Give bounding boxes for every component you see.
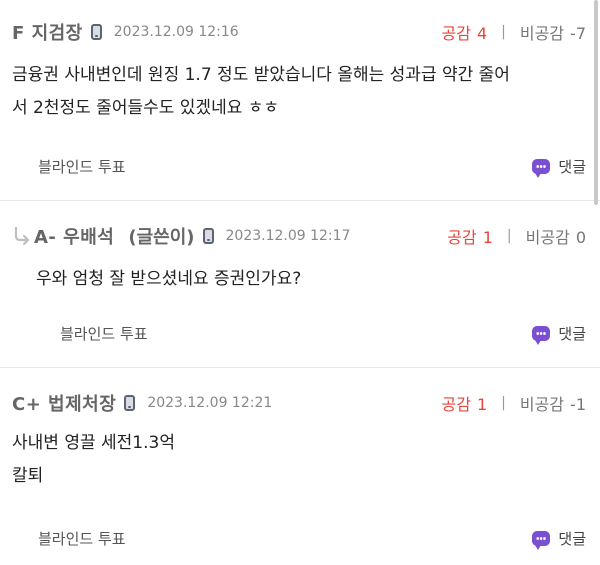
reply-button[interactable]: 댓글 (532, 323, 586, 345)
comment-footer: 블라인드 투표 댓글 (0, 154, 600, 178)
comment-footer: 블라인드 투표 댓글 (0, 321, 600, 345)
downvote-label: 비공감 (519, 24, 565, 43)
upvote-button[interactable]: 공감 4 (442, 20, 488, 44)
upvote-label: 공감 (441, 395, 471, 414)
phone-icon (124, 395, 136, 411)
reply-button[interactable]: 댓글 (532, 528, 586, 550)
comment-header: A- 우배석 (글쓴이) 2023.12.09 12:17 공감 1 | 비공감 0 (0, 221, 600, 251)
comment-footer: 블라인드 투표 댓글 (0, 526, 600, 550)
downvote-count: -7 (570, 24, 586, 43)
downvote-button[interactable]: 비공감 -7 (520, 20, 586, 44)
downvote-label: 비공감 (519, 395, 565, 414)
reply-arrow-icon (14, 226, 30, 246)
vote-divider: | (501, 395, 506, 411)
vote-group: 공감 1 | 비공감 -1 (442, 391, 586, 415)
reply-label: 댓글 (558, 324, 586, 343)
comment-timestamp: 2023.12.09 12:16 (113, 24, 239, 40)
downvote-label: 비공감 (525, 228, 570, 247)
upvote-label: 공감 (441, 24, 471, 43)
upvote-button[interactable]: 공감 1 (442, 391, 488, 415)
upvote-button[interactable]: 공감 1 (447, 224, 493, 248)
upvote-count: 4 (476, 24, 488, 43)
vote-group: 공감 1 | 비공감 0 (447, 224, 586, 248)
scrollbar[interactable] (594, 0, 598, 205)
comment-header: C+ 법제처장 2023.12.09 12:21 공감 1 | 비공감 -1 (0, 388, 600, 418)
reply-label: 댓글 (558, 529, 586, 548)
comment-body: 우와 엄청 잘 받으셨네요 증권인가요? (36, 269, 302, 289)
comment-author[interactable]: C+ 법제처장 (12, 390, 116, 416)
upvote-count: 1 (476, 395, 488, 414)
comment-author[interactable]: F 지검장 (12, 19, 83, 45)
phone-icon (202, 228, 214, 244)
vote-group: 공감 4 | 비공감 -7 (442, 20, 586, 44)
downvote-count: -1 (570, 395, 586, 414)
blind-poll-link[interactable]: 블라인드 투표 (38, 156, 126, 177)
upvote-label: 공감 (447, 228, 477, 247)
comment-item: C+ 법제처장 2023.12.09 12:21 공감 1 | 비공감 -1 사내변… (0, 368, 600, 565)
writer-tag: (글쓴이) (128, 227, 195, 248)
reply-button[interactable]: 댓글 (532, 156, 586, 178)
downvote-count: 0 (575, 228, 586, 247)
chat-bubble-icon (532, 158, 551, 178)
comment-timestamp: 2023.12.09 12:21 (147, 395, 273, 411)
downvote-button[interactable]: 비공감 -1 (520, 391, 586, 415)
comment-body: 사내변 영끌 세전1.3억 칼퇴 (12, 433, 175, 486)
comment-header: F 지검장 2023.12.09 12:16 공감 4 | 비공감 -7 (0, 17, 600, 47)
chat-bubble-icon (532, 530, 551, 550)
comment-author[interactable]: A- 우배석 (34, 223, 114, 249)
reply-comment-item: A- 우배석 (글쓴이) 2023.12.09 12:17 공감 1 | 비공감 0… (0, 201, 600, 367)
comment-timestamp: 2023.12.09 12:17 (225, 228, 351, 244)
comment-item: F 지검장 2023.12.09 12:16 공감 4 | 비공감 -7 금융권 사… (0, 0, 600, 200)
upvote-count: 1 (482, 228, 493, 247)
reply-label: 댓글 (558, 157, 586, 176)
downvote-button[interactable]: 비공감 0 (526, 224, 586, 248)
chat-bubble-icon (532, 325, 551, 345)
vote-divider: | (501, 24, 506, 40)
comment-body: 금융권 사내변인데 원징 1.7 정도 받았습니다 올해는 성과급 약간 줄어 … (12, 65, 510, 118)
blind-poll-link[interactable]: 블라인드 투표 (38, 528, 126, 549)
phone-icon (90, 24, 102, 40)
vote-divider: | (506, 228, 512, 244)
blind-poll-link[interactable]: 블라인드 투표 (60, 323, 148, 344)
